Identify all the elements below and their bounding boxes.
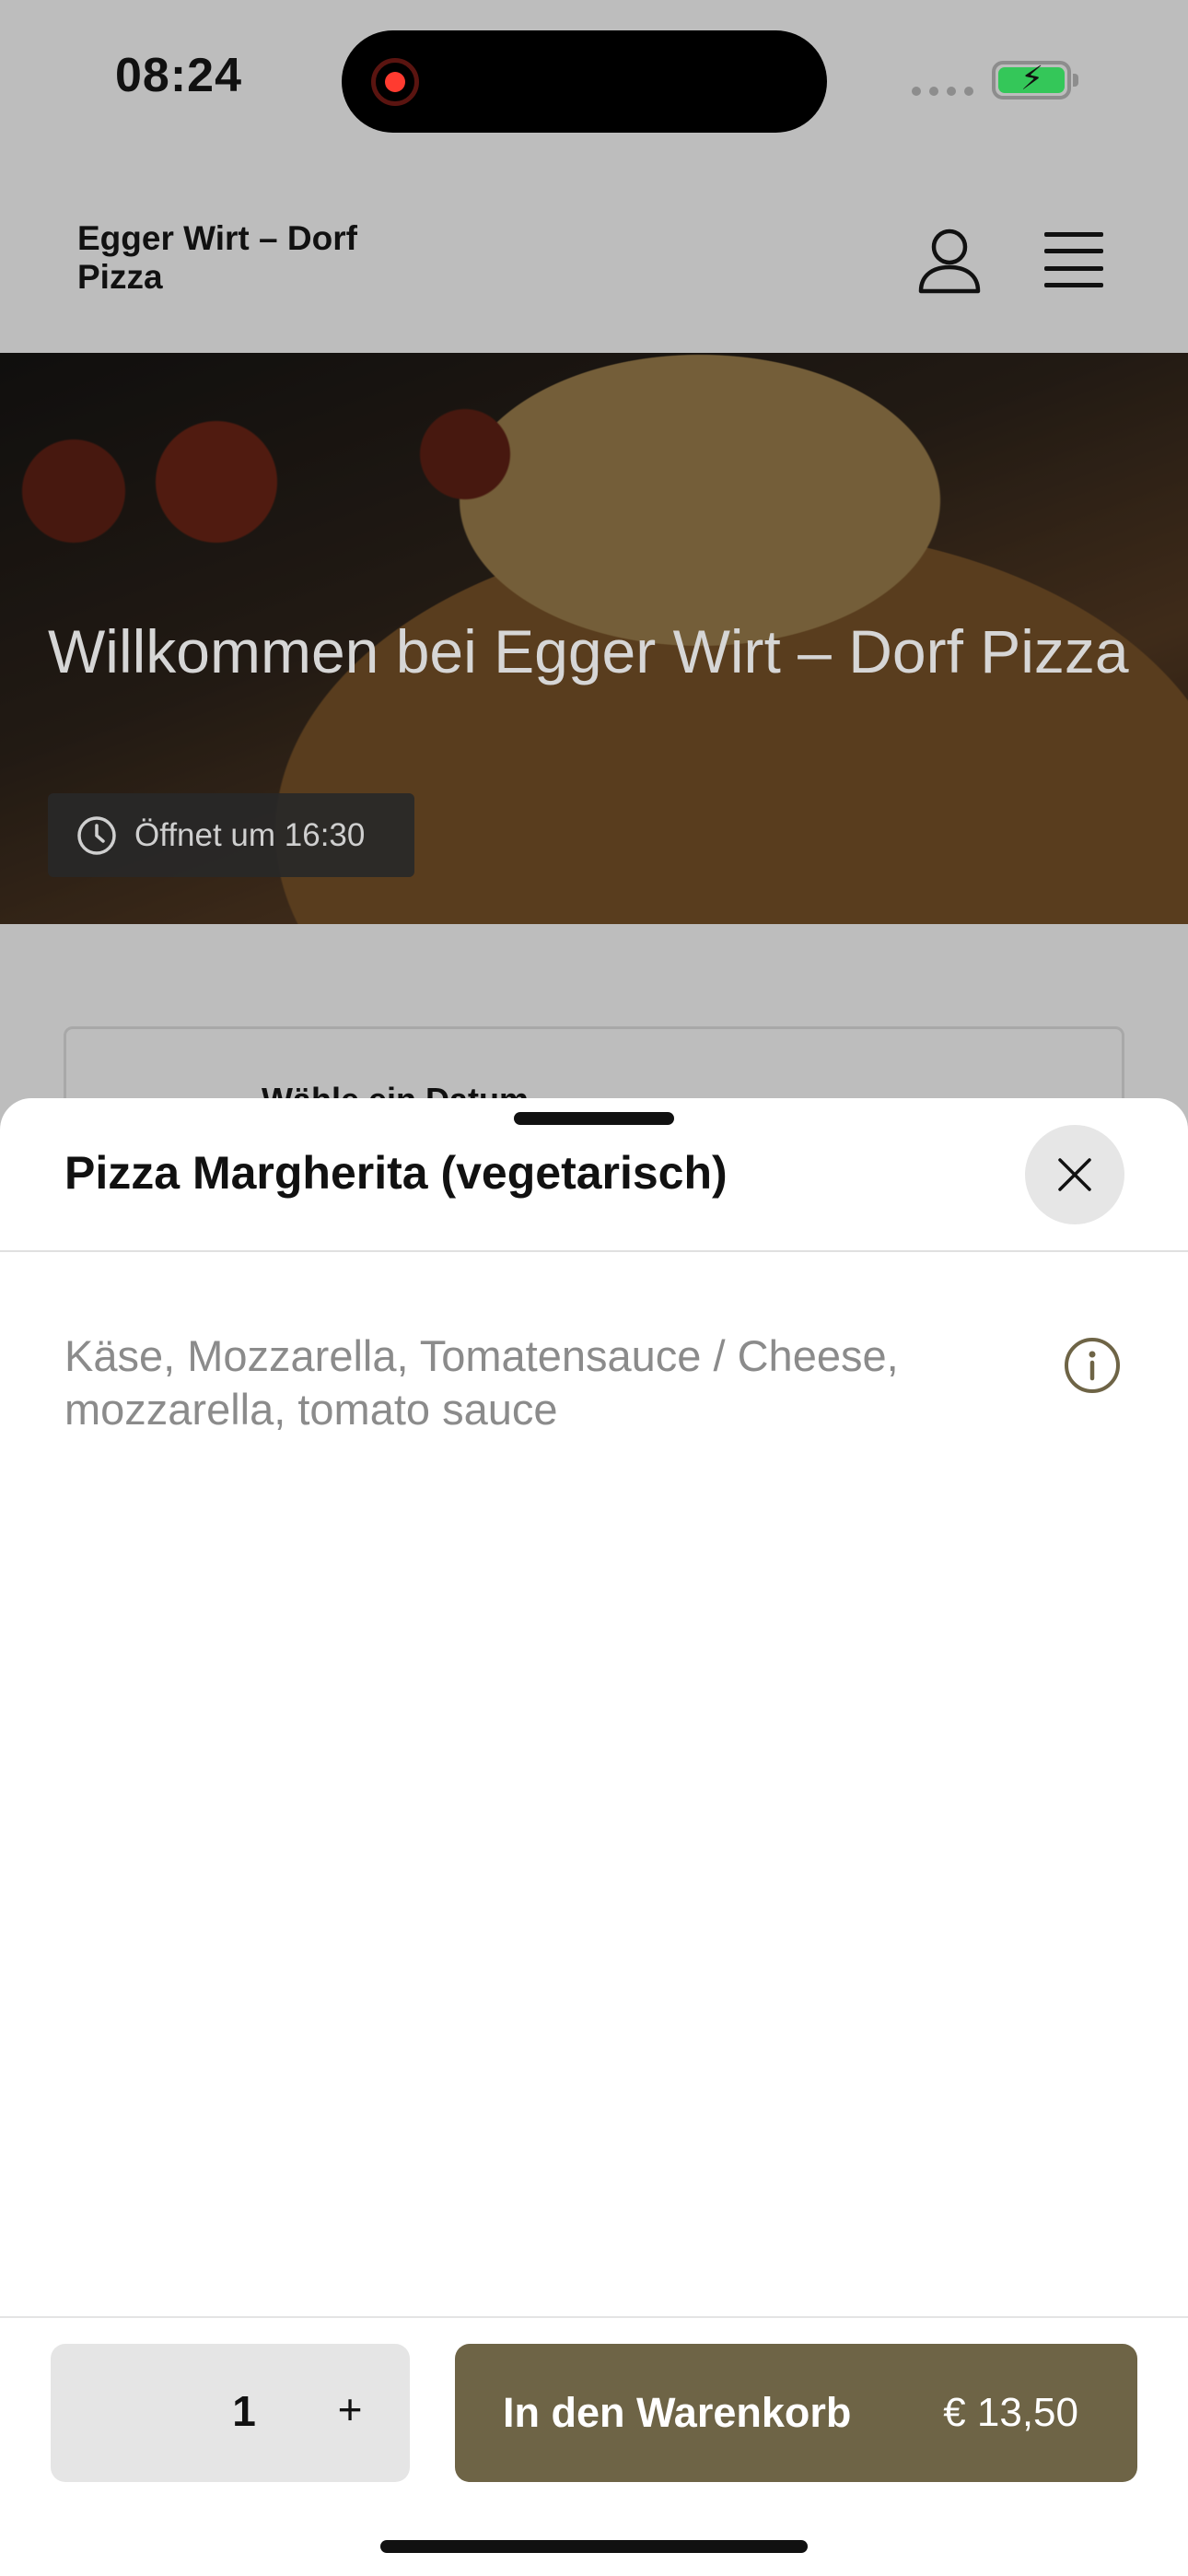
- add-to-cart-button[interactable]: In den Warenkorb € 13,50: [455, 2344, 1137, 2482]
- app-header: Egger Wirt – Dorf Pizza: [0, 166, 1188, 354]
- status-time: 08:24: [115, 49, 242, 102]
- user-icon[interactable]: [917, 227, 982, 295]
- sheet-grabber[interactable]: [514, 1112, 674, 1125]
- close-button[interactable]: [1025, 1125, 1124, 1224]
- hero-banner: Willkommen bei Egger Wirt – Dorf Pizza Ö…: [0, 353, 1188, 924]
- product-title: Pizza Margherita (vegetarisch): [64, 1147, 728, 1199]
- clock-icon: [77, 815, 116, 855]
- brand-name[interactable]: Egger Wirt – Dorf Pizza: [77, 219, 390, 297]
- increment-button[interactable]: +: [322, 2384, 378, 2434]
- menu-icon[interactable]: [1044, 232, 1103, 287]
- product-price: € 13,50: [943, 2390, 1078, 2435]
- recording-indicator-icon: [371, 58, 419, 106]
- home-indicator[interactable]: [380, 2540, 808, 2553]
- battery-icon: ⚡: [992, 61, 1071, 100]
- dynamic-island: [342, 30, 827, 133]
- product-description: Käse, Mozzarella, Tomatensauce / Cheese,…: [64, 1331, 899, 1434]
- close-icon: [1058, 1158, 1091, 1191]
- quantity-value[interactable]: 1: [216, 2386, 272, 2436]
- status-bar: 08:24 ⚡: [0, 0, 1188, 166]
- footer-divider: [0, 2316, 1188, 2318]
- hero-title: Willkommen bei Egger Wirt – Dorf Pizza: [48, 617, 1129, 685]
- divider: [0, 1250, 1188, 1252]
- product-detail-sheet: Pizza Margherita (vegetarisch) Käse, Moz…: [0, 1098, 1188, 2576]
- charging-bolt-icon: ⚡: [1020, 59, 1044, 97]
- opening-time-badge: Öffnet um 16:30: [48, 793, 414, 877]
- add-to-cart-label: In den Warenkorb: [503, 2389, 852, 2436]
- opening-time-text: Öffnet um 16:30: [134, 816, 366, 853]
- info-icon[interactable]: [1063, 1336, 1122, 1395]
- quantity-stepper: 1 +: [51, 2344, 410, 2482]
- cellular-signal-icon: [912, 87, 973, 96]
